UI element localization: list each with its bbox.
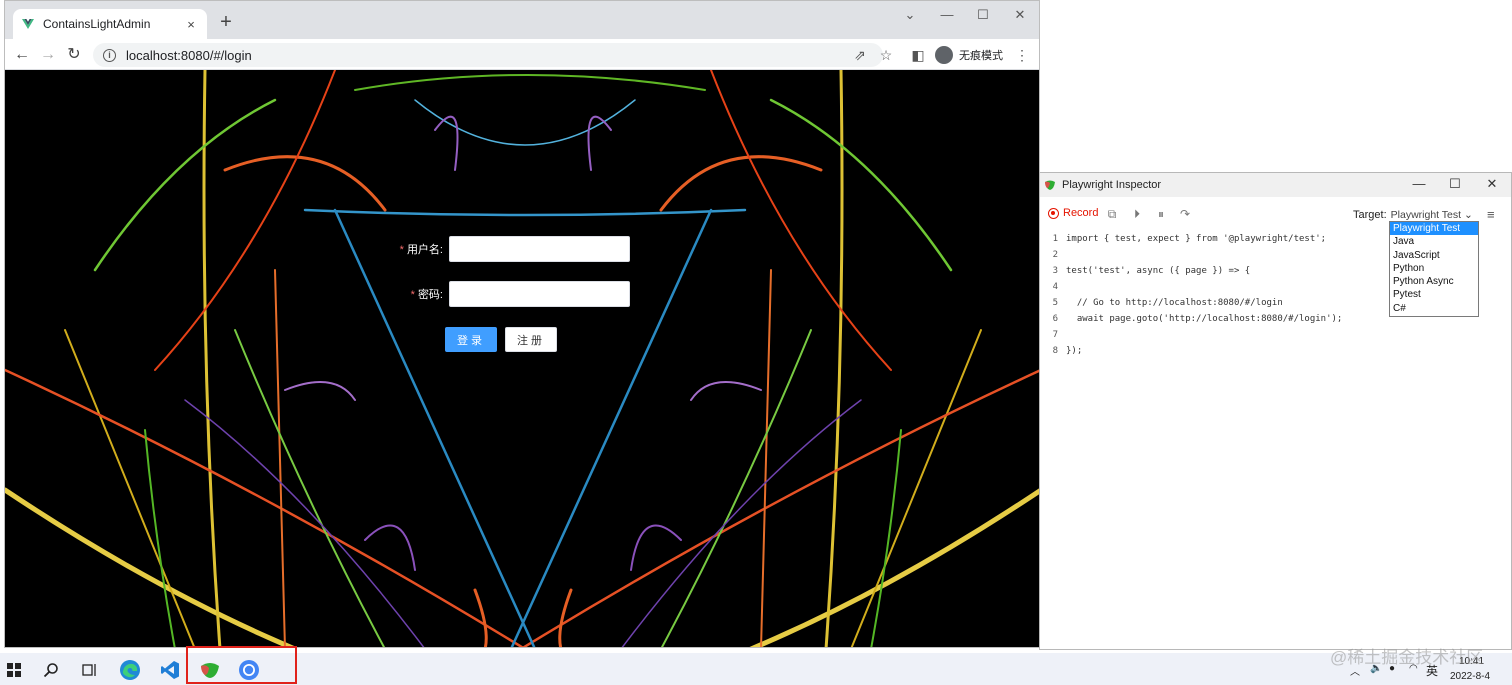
code-line: 7: [1040, 327, 1511, 343]
close-window-icon[interactable]: ✕: [1008, 7, 1032, 23]
address-bar[interactable]: i localhost:8080/#/login: [93, 43, 883, 67]
playwright-logo-icon: [1045, 180, 1055, 190]
browser-window: ContainsLightAdmin × + ⌄ — ☐ ✕ ← → ↻ i l…: [4, 0, 1040, 648]
inspector-titlebar: Playwright Inspector — ☐ ✕: [1040, 173, 1511, 197]
inspector-close-icon[interactable]: ✕: [1481, 176, 1503, 192]
target-select-value[interactable]: Playwright Test ⌄: [1391, 209, 1473, 221]
inspector-maximize-icon[interactable]: ☐: [1444, 176, 1466, 192]
password-label-text: 密码:: [417, 289, 443, 301]
red-highlight-box: [186, 646, 297, 684]
forward-arrow-icon[interactable]: →: [37, 44, 59, 66]
code-text: test('test', async ({ page }) => {: [1066, 266, 1251, 276]
resume-icon[interactable]: ⏵: [1129, 207, 1145, 222]
inspector-minimize-icon[interactable]: —: [1408, 176, 1430, 191]
watermark: @稀土掘金技术社区: [1330, 648, 1484, 667]
minimize-icon[interactable]: —: [935, 7, 959, 22]
url-text: localhost:8080/#/login: [126, 47, 252, 63]
inspector-title: Playwright Inspector: [1062, 179, 1162, 191]
username-row: * 用户名:: [379, 236, 630, 262]
password-row: * 密码:: [379, 281, 630, 307]
username-label: * 用户名:: [379, 241, 449, 257]
code-line: 8});: [1040, 343, 1511, 359]
line-number: 5: [1052, 298, 1058, 308]
tab-search-chevron-icon[interactable]: ⌄: [898, 7, 922, 23]
incognito-icon: [935, 46, 953, 64]
more-menu-icon[interactable]: ⋮: [1012, 45, 1032, 65]
username-label-text: 用户名:: [406, 244, 443, 256]
line-number: 6: [1052, 314, 1058, 324]
vue-logo-icon: [22, 19, 34, 29]
playwright-inspector-window: Playwright Inspector — ☐ ✕ Record ⧉ ⏵ ⏸ …: [1039, 172, 1512, 650]
search-icon[interactable]: [38, 657, 64, 683]
line-number: 7: [1052, 330, 1058, 340]
copy-icon[interactable]: ⧉: [1104, 207, 1120, 222]
tab-close-icon[interactable]: ×: [183, 17, 199, 32]
username-input[interactable]: [449, 236, 630, 262]
line-number: 8: [1052, 346, 1058, 356]
line-number: 2: [1052, 250, 1058, 260]
record-label: Record: [1063, 207, 1099, 219]
edge-browser-icon[interactable]: [117, 657, 143, 683]
dropdown-option[interactable]: Python: [1390, 262, 1478, 275]
reload-icon[interactable]: ↻: [63, 44, 85, 66]
line-number: 3: [1052, 266, 1058, 276]
code-text: await page.goto('http://localhost:8080/#…: [1066, 314, 1343, 324]
target-label: Target:: [1353, 209, 1387, 221]
maximize-icon[interactable]: ☐: [971, 7, 995, 23]
page-viewport: * 用户名: * 密码: 登录 注册: [5, 70, 1039, 647]
browser-toolbar: ← → ↻ i localhost:8080/#/login ⇗ ☆ ◧ 无痕模…: [5, 39, 1039, 70]
password-input[interactable]: [449, 281, 630, 307]
bookmark-star-icon[interactable]: ☆: [876, 45, 896, 65]
incognito-badge[interactable]: 无痕模式: [935, 44, 1003, 66]
dropdown-option[interactable]: Pytest: [1390, 288, 1478, 301]
step-over-icon[interactable]: ↷: [1177, 207, 1193, 221]
login-button[interactable]: 登录: [445, 327, 497, 352]
site-info-icon[interactable]: i: [103, 48, 116, 62]
target-selector[interactable]: Target: Playwright Test ⌄: [1353, 209, 1473, 221]
pause-icon[interactable]: ⏸: [1153, 207, 1169, 222]
line-number: 1: [1052, 234, 1058, 244]
record-button[interactable]: Record: [1048, 207, 1098, 219]
background-fractal-image: [5, 70, 1039, 647]
incognito-label: 无痕模式: [959, 50, 1003, 62]
tab-strip: ContainsLightAdmin × + ⌄ — ☐ ✕: [5, 1, 1039, 39]
dropdown-option[interactable]: Java: [1390, 235, 1478, 248]
hamburger-menu-icon[interactable]: ≡: [1487, 207, 1495, 222]
record-icon: [1048, 207, 1059, 219]
required-mark: *: [399, 244, 404, 256]
code-text: import { test, expect } from '@playwrigh…: [1066, 234, 1327, 244]
register-button[interactable]: 注册: [505, 327, 557, 352]
new-tab-button[interactable]: +: [215, 11, 237, 33]
code-text: });: [1066, 346, 1083, 356]
windows-start-icon[interactable]: [1, 657, 27, 683]
tab-title: ContainsLightAdmin: [43, 17, 151, 31]
clock-date[interactable]: 2022-8-4: [1450, 671, 1490, 682]
dropdown-option[interactable]: JavaScript: [1390, 249, 1478, 262]
back-arrow-icon[interactable]: ←: [11, 44, 33, 66]
task-view-icon[interactable]: [77, 657, 103, 683]
side-panel-icon[interactable]: ◧: [908, 45, 928, 65]
dropdown-option[interactable]: Python Async: [1390, 275, 1478, 288]
line-number: 4: [1052, 282, 1058, 292]
vscode-icon[interactable]: [157, 657, 183, 683]
tab-active[interactable]: ContainsLightAdmin ×: [13, 9, 207, 39]
dropdown-option[interactable]: Playwright Test: [1390, 222, 1478, 236]
password-label: * 密码:: [379, 286, 449, 302]
required-mark: *: [410, 289, 415, 301]
dropdown-option[interactable]: C#: [1390, 302, 1478, 315]
code-text: // Go to http://localhost:8080/#/login: [1066, 298, 1283, 308]
target-dropdown-list: Playwright Test Java JavaScript Python Pytho…: [1389, 221, 1479, 317]
share-icon[interactable]: ⇗: [850, 45, 870, 65]
